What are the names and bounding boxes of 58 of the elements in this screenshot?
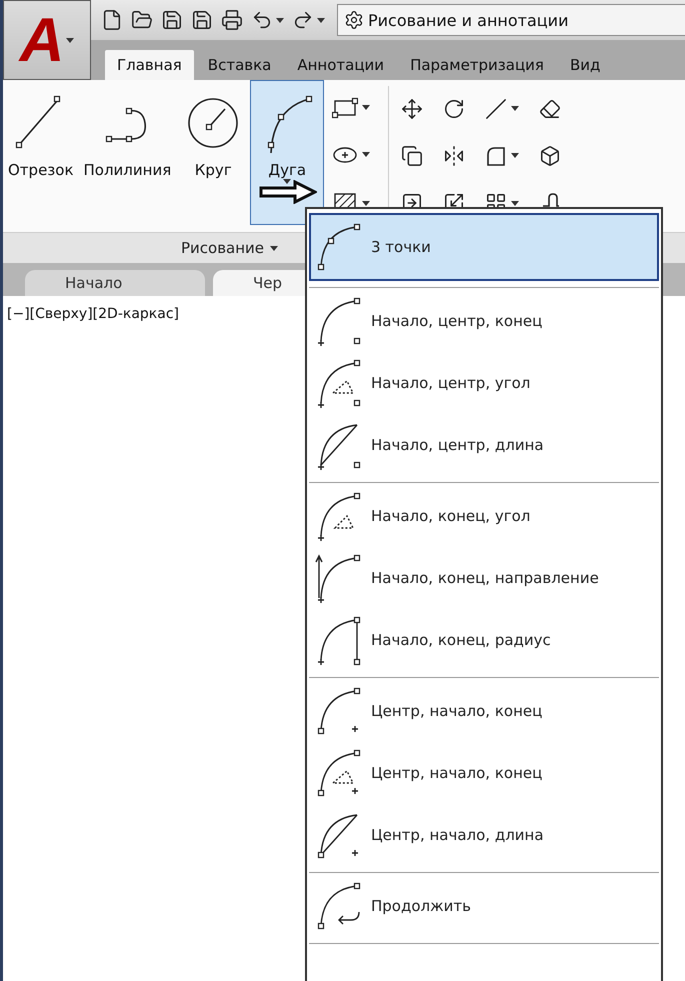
mirror-icon bbox=[443, 144, 466, 167]
undo-icon bbox=[251, 9, 273, 31]
menu-item[interactable]: Центр, начало, длина bbox=[309, 804, 659, 866]
undo-button[interactable] bbox=[251, 9, 284, 31]
caret-icon bbox=[317, 18, 325, 22]
settings-icon bbox=[344, 10, 364, 30]
menu-item[interactable]: Начало, конец, радиус bbox=[309, 609, 659, 671]
redo-button[interactable] bbox=[292, 9, 325, 31]
caret-icon bbox=[511, 153, 520, 158]
draw-tool-button[interactable]: Полилиния bbox=[78, 80, 176, 225]
ribbon-tab[interactable]: Вид bbox=[558, 50, 612, 80]
rounded-corner-icon bbox=[485, 144, 508, 167]
menu-item[interactable]: Начало, конец, угол bbox=[309, 485, 659, 547]
caret-icon bbox=[511, 106, 520, 112]
move-icon bbox=[401, 98, 424, 120]
save-icon bbox=[191, 9, 213, 31]
save-button[interactable] bbox=[161, 9, 183, 31]
ribbon-tab[interactable]: Параметризация bbox=[398, 50, 556, 80]
print-button[interactable] bbox=[221, 9, 243, 31]
draw-tool-button[interactable]: Дуга bbox=[250, 80, 324, 225]
workspace-dropdown[interactable]: Рисование и аннотации bbox=[337, 4, 685, 36]
menu-item[interactable]: Начало, конец, направление bbox=[309, 547, 659, 609]
caret-icon bbox=[270, 246, 278, 250]
caret-icon bbox=[362, 152, 370, 158]
save-icon bbox=[161, 9, 183, 31]
menu-item[interactable]: Начало, центр, длина bbox=[309, 414, 659, 476]
pointer-arrow bbox=[259, 180, 317, 204]
caret-icon bbox=[276, 18, 284, 22]
printer-icon bbox=[221, 9, 243, 31]
caret-icon bbox=[283, 179, 292, 184]
ribbon-tab[interactable]: Вставка bbox=[196, 50, 284, 80]
panel-title-button[interactable]: Рисование bbox=[175, 238, 284, 258]
caret-icon bbox=[362, 105, 370, 110]
menu-item[interactable]: 3 точки bbox=[309, 213, 659, 281]
file-tab[interactable]: Начало bbox=[25, 270, 205, 296]
menu-item[interactable]: Центр, начало, конец bbox=[309, 742, 659, 804]
menu-item[interactable]: Начало, центр, угол bbox=[309, 352, 659, 414]
copy-icon bbox=[401, 144, 424, 167]
viewport-controls[interactable]: [−][Сверху][2D-каркас] bbox=[7, 306, 179, 322]
caret-icon bbox=[66, 38, 74, 42]
cube-icon bbox=[539, 144, 562, 167]
draw-tool-button[interactable]: Отрезок bbox=[3, 80, 79, 225]
redo-icon bbox=[292, 9, 314, 31]
rotate-icon bbox=[443, 98, 466, 120]
open-button[interactable] bbox=[131, 9, 153, 31]
slash-icon bbox=[485, 98, 508, 120]
save-as-button[interactable] bbox=[191, 9, 213, 31]
ribbon-tab[interactable]: Аннотации bbox=[285, 50, 396, 80]
application-menu-button[interactable]: A bbox=[3, 0, 91, 80]
rectangle-icon bbox=[332, 96, 358, 119]
file-icon bbox=[101, 9, 123, 31]
ribbon-tab[interactable]: Главная bbox=[105, 50, 194, 80]
new-file-button[interactable] bbox=[101, 9, 123, 31]
menu-item[interactable]: Продолжить bbox=[309, 875, 659, 937]
menu-item[interactable]: Центр, начало, конец bbox=[309, 680, 659, 742]
draw-tool-button[interactable]: Круг bbox=[176, 80, 250, 225]
folder-icon bbox=[131, 9, 153, 31]
eraser-icon bbox=[539, 98, 562, 120]
